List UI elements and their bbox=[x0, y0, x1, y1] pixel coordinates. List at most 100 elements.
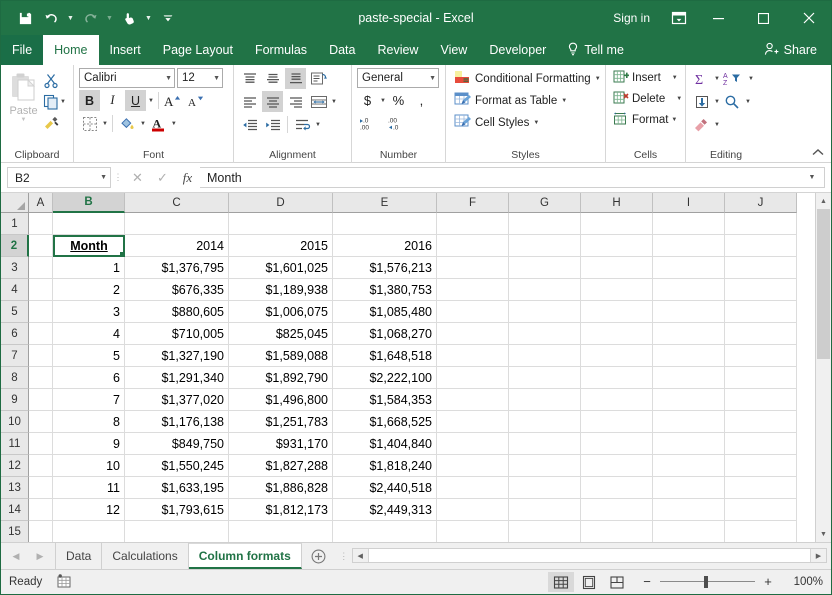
grid-cell-e5[interactable]: $1,085,480 bbox=[333, 301, 437, 323]
sort-filter-dropdown-icon[interactable]: ▼ bbox=[748, 76, 754, 82]
grid-cell-i1[interactable] bbox=[653, 213, 725, 235]
grid-cell-d15[interactable] bbox=[229, 521, 333, 542]
grid-cell-g6[interactable] bbox=[509, 323, 581, 345]
column-header-i[interactable]: I bbox=[653, 193, 725, 213]
grid-cell-i14[interactable] bbox=[653, 499, 725, 521]
find-select-dropdown-icon[interactable]: ▼ bbox=[745, 99, 751, 105]
grid-cell-f2[interactable] bbox=[437, 235, 509, 257]
vertical-scroll-thumb[interactable] bbox=[817, 209, 830, 359]
grid-cell-a8[interactable] bbox=[29, 367, 53, 389]
row-header-2[interactable]: 2 bbox=[1, 235, 29, 257]
paste-button[interactable]: Paste ▼ bbox=[6, 69, 41, 147]
scroll-left-icon[interactable]: ◀ bbox=[353, 549, 368, 562]
grid-cell-a5[interactable] bbox=[29, 301, 53, 323]
record-macro-icon[interactable] bbox=[56, 574, 72, 591]
grid-cell-a11[interactable] bbox=[29, 433, 53, 455]
cell-styles-button[interactable]: Cell Styles ▼ bbox=[451, 112, 600, 133]
grid-cell-g12[interactable] bbox=[509, 455, 581, 477]
delete-cells-button[interactable]: Delete ▼ bbox=[611, 89, 680, 109]
grid-cell-d3[interactable]: $1,601,025 bbox=[229, 257, 333, 279]
horizontal-scrollbar[interactable]: ◀ ▶ bbox=[352, 548, 827, 563]
grid-cell-i5[interactable] bbox=[653, 301, 725, 323]
grid-cell-c10[interactable]: $1,176,138 bbox=[125, 411, 229, 433]
fill-dropdown-icon[interactable]: ▼ bbox=[714, 99, 720, 105]
grid-cell-f3[interactable] bbox=[437, 257, 509, 279]
shrink-font-button[interactable]: A bbox=[186, 90, 207, 111]
grid-cell-f13[interactable] bbox=[437, 477, 509, 499]
grid-cell-g7[interactable] bbox=[509, 345, 581, 367]
sheet-tab-column-formats[interactable]: Column formats bbox=[189, 543, 302, 569]
bottom-align-button[interactable] bbox=[285, 68, 306, 89]
grid-cell-a1[interactable] bbox=[29, 213, 53, 235]
customize-qat-icon[interactable] bbox=[156, 6, 180, 30]
paste-dropdown-icon[interactable]: ▼ bbox=[21, 117, 27, 123]
grid-cell-j15[interactable] bbox=[725, 521, 797, 542]
font-name-dropdown-icon[interactable]: ▼ bbox=[162, 75, 172, 82]
grid-cell-b11[interactable]: 9 bbox=[53, 433, 125, 455]
middle-align-button[interactable] bbox=[262, 68, 283, 89]
column-header-a[interactable]: A bbox=[29, 193, 53, 213]
grid-cell-a14[interactable] bbox=[29, 499, 53, 521]
autosum-dropdown-icon[interactable]: ▼ bbox=[714, 76, 720, 82]
cell-styles-dropdown-icon[interactable]: ▼ bbox=[533, 120, 539, 126]
grid-cell-g8[interactable] bbox=[509, 367, 581, 389]
grid-cell-i15[interactable] bbox=[653, 521, 725, 542]
grid-cell-g1[interactable] bbox=[509, 213, 581, 235]
grid-cell-a10[interactable] bbox=[29, 411, 53, 433]
scroll-down-icon[interactable]: ▼ bbox=[816, 526, 831, 542]
tab-formulas[interactable]: Formulas bbox=[244, 35, 318, 65]
grid-cell-c12[interactable]: $1,550,245 bbox=[125, 455, 229, 477]
align-left-button[interactable] bbox=[239, 91, 260, 112]
grid-cell-h10[interactable] bbox=[581, 411, 653, 433]
grid-cell-d14[interactable]: $1,812,173 bbox=[229, 499, 333, 521]
column-header-b[interactable]: B bbox=[53, 193, 125, 213]
wrap-text-dropdown-icon[interactable]: ▼ bbox=[315, 122, 321, 128]
grid-cell-d4[interactable]: $1,189,938 bbox=[229, 279, 333, 301]
row-header-9[interactable]: 9 bbox=[1, 389, 29, 411]
grid-cell-f10[interactable] bbox=[437, 411, 509, 433]
grid-cell-i11[interactable] bbox=[653, 433, 725, 455]
grid-cell-c4[interactable]: $676,335 bbox=[125, 279, 229, 301]
underline-button[interactable]: U bbox=[125, 90, 146, 111]
column-header-g[interactable]: G bbox=[509, 193, 581, 213]
grid-cell-d1[interactable] bbox=[229, 213, 333, 235]
grid-cell-h15[interactable] bbox=[581, 521, 653, 542]
grid-cell-e14[interactable]: $2,449,313 bbox=[333, 499, 437, 521]
font-color-button[interactable]: A bbox=[148, 113, 169, 134]
format-painter-button[interactable] bbox=[41, 114, 68, 132]
scroll-right-icon[interactable]: ▶ bbox=[811, 549, 826, 562]
grid-cell-i13[interactable] bbox=[653, 477, 725, 499]
grid-cell-j5[interactable] bbox=[725, 301, 797, 323]
tab-developer[interactable]: Developer bbox=[478, 35, 557, 65]
grid-cell-f7[interactable] bbox=[437, 345, 509, 367]
fill-color-dropdown-icon[interactable]: ▼ bbox=[140, 121, 146, 127]
align-right-button[interactable] bbox=[285, 91, 306, 112]
sheet-tab-data[interactable]: Data bbox=[56, 543, 102, 569]
grid-cell-c11[interactable]: $849,750 bbox=[125, 433, 229, 455]
grid-cell-e4[interactable]: $1,380,753 bbox=[333, 279, 437, 301]
copy-button[interactable]: ▼ bbox=[41, 93, 68, 111]
collapse-ribbon-icon[interactable] bbox=[811, 145, 825, 159]
grid-cell-j11[interactable] bbox=[725, 433, 797, 455]
clear-dropdown-icon[interactable]: ▼ bbox=[714, 122, 720, 128]
orientation-button[interactable] bbox=[308, 68, 329, 89]
next-sheet-icon[interactable]: ▶ bbox=[29, 543, 51, 569]
underline-dropdown-icon[interactable]: ▼ bbox=[148, 98, 154, 104]
column-header-h[interactable]: H bbox=[581, 193, 653, 213]
grid-cell-b15[interactable] bbox=[53, 521, 125, 542]
grid-cell-g10[interactable] bbox=[509, 411, 581, 433]
grid-cell-i2[interactable] bbox=[653, 235, 725, 257]
grid-cell-f8[interactable] bbox=[437, 367, 509, 389]
grid-cell-h3[interactable] bbox=[581, 257, 653, 279]
grid-cell-d8[interactable]: $1,892,790 bbox=[229, 367, 333, 389]
grid-cell-g14[interactable] bbox=[509, 499, 581, 521]
grid-cell-h8[interactable] bbox=[581, 367, 653, 389]
row-header-13[interactable]: 13 bbox=[1, 477, 29, 499]
grid-cell-b14[interactable]: 12 bbox=[53, 499, 125, 521]
grid-cell-b1[interactable] bbox=[53, 213, 125, 235]
column-header-d[interactable]: D bbox=[229, 193, 333, 213]
formula-input[interactable]: Month ▼ bbox=[200, 167, 825, 188]
horizontal-scroll-track[interactable] bbox=[368, 549, 811, 562]
zoom-out-button[interactable]: − bbox=[640, 576, 654, 588]
row-header-5[interactable]: 5 bbox=[1, 301, 29, 323]
